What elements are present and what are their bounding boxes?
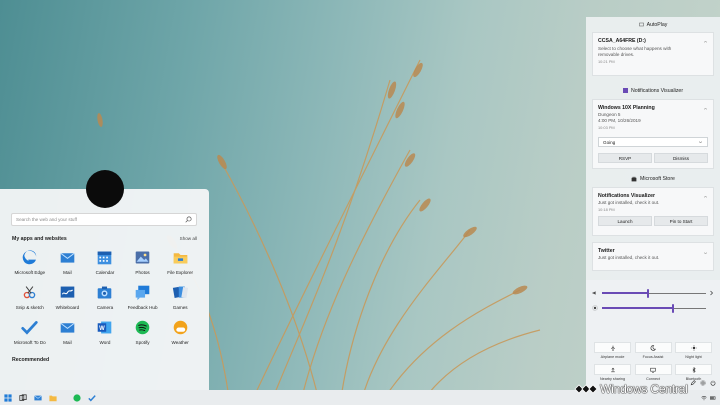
edge-icon	[22, 250, 37, 265]
chevron-down-icon	[698, 140, 703, 143]
store-header: Microsoft Store	[586, 170, 720, 187]
windows-central-logo-icon	[574, 384, 598, 394]
launch-button[interactable]: Launch	[598, 216, 652, 226]
svg-text:W: W	[100, 326, 106, 332]
sun-icon	[690, 344, 697, 351]
tile-night-light[interactable]: Night light	[675, 342, 712, 361]
mail-icon	[60, 252, 75, 263]
app-tile-camera[interactable]: Camera	[86, 284, 124, 319]
spotify-icon	[72, 393, 81, 402]
snip-icon	[24, 286, 36, 299]
moon-icon	[650, 344, 656, 351]
spotify-icon	[135, 320, 150, 335]
search-icon	[185, 216, 192, 223]
app-tile-edge[interactable]: Microsoft Edge	[11, 249, 49, 284]
chevron-up-icon[interactable]	[703, 106, 708, 111]
chevron-up-icon[interactable]	[703, 39, 708, 44]
apps-heading: My apps and websites	[12, 236, 67, 242]
app-tile-snip-sketch[interactable]: Snip & sketch	[11, 284, 49, 319]
visualizer-header: Notifications Visualizer	[586, 82, 720, 99]
task-view-button[interactable]	[15, 390, 30, 405]
app-tile-spotify[interactable]: Spotify	[124, 319, 162, 354]
store-notification[interactable]: Notifications Visualizer Just got instal…	[592, 187, 714, 236]
windows-central-watermark: Windows Central	[574, 382, 688, 396]
app-grid: Microsoft Edge Mail Calendar Photos File…	[11, 249, 199, 354]
whiteboard-icon	[60, 286, 75, 298]
mail-icon	[33, 394, 42, 400]
brightness-slider[interactable]	[592, 303, 714, 313]
chevron-up-icon[interactable]	[703, 194, 708, 199]
todo-icon	[87, 394, 96, 401]
folder-icon	[48, 395, 57, 401]
power-icon[interactable]	[710, 380, 716, 386]
app-tile-mail[interactable]: Mail	[49, 249, 87, 284]
autoplay-notification[interactable]: CCSA_A64FRE (D:) Select to choose what h…	[592, 32, 714, 76]
mail-icon	[60, 322, 75, 333]
taskbar-file-explorer[interactable]	[45, 390, 60, 405]
app-tile-calendar[interactable]: Calendar	[86, 249, 124, 284]
app-tile-games[interactable]: Games	[161, 284, 199, 319]
autoplay-icon	[638, 22, 644, 27]
brightness-icon	[592, 305, 598, 311]
system-tray	[701, 390, 716, 405]
wifi-icon[interactable]	[701, 395, 707, 401]
recommended-heading: Recommended	[12, 357, 50, 363]
taskbar-todo[interactable]	[84, 390, 99, 405]
show-all-link[interactable]: Show all	[180, 236, 197, 241]
app-tile-photos[interactable]: Photos	[124, 249, 162, 284]
start-button[interactable]	[0, 390, 15, 405]
volume-slider[interactable]	[592, 288, 714, 298]
quick-actions-panel: Airplane mode Focus Assist Night light N…	[586, 280, 720, 390]
todo-icon	[21, 321, 38, 335]
cast-icon	[650, 367, 656, 373]
tile-nearby-sharing[interactable]: Nearby sharing	[594, 364, 631, 383]
dismiss-button[interactable]: Dismiss	[654, 153, 708, 163]
app-tile-mail-2[interactable]: Mail	[49, 319, 87, 354]
tile-airplane-mode[interactable]: Airplane mode	[594, 342, 631, 361]
tile-connect[interactable]: Connect	[634, 364, 672, 383]
bluetooth-icon	[692, 366, 696, 373]
settings-gear-icon[interactable]	[700, 380, 706, 386]
taskbar-spotify[interactable]	[69, 390, 84, 405]
airplane-icon	[610, 345, 615, 351]
camera-icon	[98, 286, 112, 299]
speaker-icon	[592, 291, 596, 295]
twitter-notification[interactable]: Twitter Just got installed, check it out…	[592, 242, 714, 271]
feedback-icon	[135, 285, 150, 301]
games-icon	[172, 286, 188, 298]
quick-action-tiles: Airplane mode Focus Assist Night light N…	[594, 342, 712, 383]
rsvp-button[interactable]: RSVP	[598, 153, 652, 163]
touch-cursor	[86, 170, 124, 208]
weather-icon	[173, 320, 187, 335]
app-tile-feedback-hub[interactable]: Feedback Hub	[124, 284, 162, 319]
word-icon: W	[98, 321, 112, 334]
share-icon	[610, 367, 615, 372]
chevron-right-icon[interactable]	[709, 290, 714, 296]
rsvp-dropdown[interactable]: Going	[598, 137, 708, 147]
task-view-icon	[18, 393, 27, 401]
pin-to-start-button[interactable]: Pin to Start	[654, 216, 708, 226]
search-input[interactable]: Search the web and your stuff	[16, 217, 185, 222]
app-tile-whiteboard[interactable]: Whiteboard	[49, 284, 87, 319]
app-tile-todo[interactable]: Microsoft To Do	[11, 319, 49, 354]
action-center: AutoPlay CCSA_A64FRE (D:) Select to choo…	[586, 17, 720, 390]
planning-notification[interactable]: Windows 10X Planning Dungeon 5 4:00 PM, …	[592, 99, 714, 169]
chevron-down-icon[interactable]	[703, 251, 708, 256]
photos-icon	[135, 251, 150, 264]
visualizer-app-icon	[622, 88, 628, 93]
calendar-icon	[98, 251, 112, 265]
battery-icon[interactable]	[710, 395, 716, 401]
start-menu: Search the web and your stuff My apps an…	[0, 189, 209, 390]
tile-focus-assist[interactable]: Focus Assist	[634, 342, 672, 361]
app-tile-file-explorer[interactable]: File Explorer	[161, 249, 199, 284]
app-tile-word[interactable]: W Word	[86, 319, 124, 354]
windows-logo-icon	[3, 393, 12, 402]
folder-icon	[173, 253, 187, 264]
search-box[interactable]: Search the web and your stuff	[11, 213, 197, 226]
edit-icon[interactable]	[690, 380, 696, 386]
store-icon	[631, 176, 637, 181]
app-tile-weather[interactable]: Weather	[161, 319, 199, 354]
taskbar-mail[interactable]	[30, 390, 45, 405]
autoplay-header: AutoPlay	[586, 17, 720, 32]
